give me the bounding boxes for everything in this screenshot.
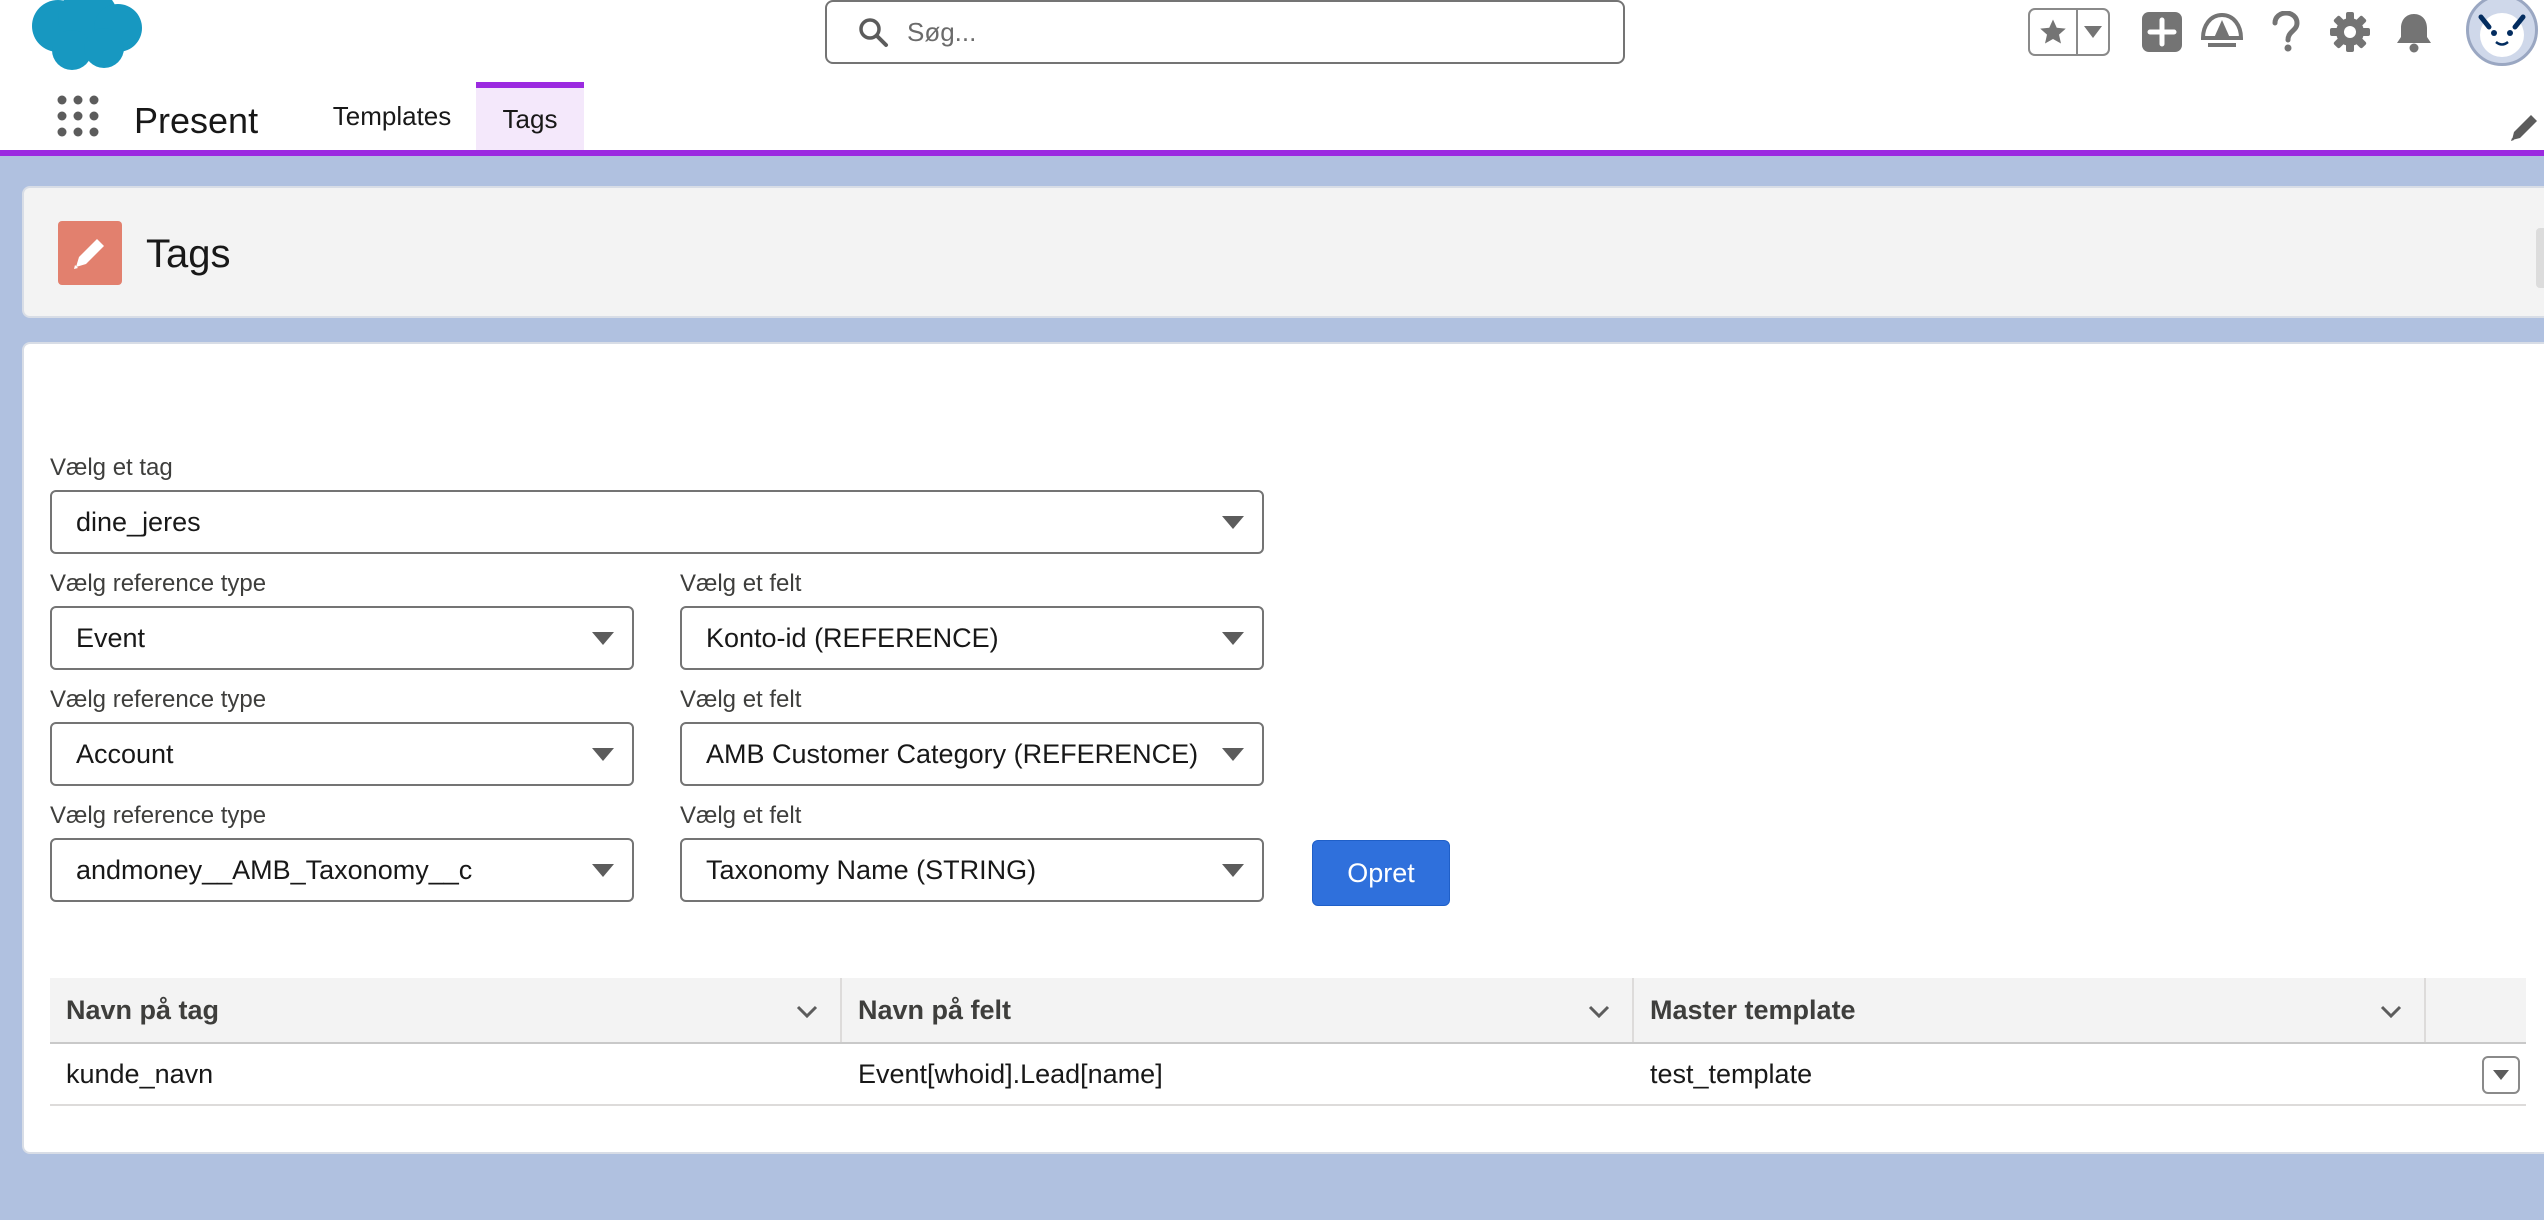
add-icon bbox=[2142, 12, 2182, 52]
chevron-down-icon bbox=[1222, 864, 1244, 877]
column-header-label: Master template bbox=[1650, 994, 1856, 1025]
notifications-button[interactable] bbox=[2392, 10, 2436, 54]
reference-type-value: Event bbox=[76, 622, 146, 653]
app-navigation-bar: Present Templates Tags bbox=[0, 70, 2544, 156]
caret-down-icon bbox=[2084, 26, 2102, 38]
chevron-down-icon[interactable] bbox=[794, 998, 820, 1024]
tag-select-value: dine_jeres bbox=[76, 506, 201, 537]
tag-select[interactable]: dine_jeres bbox=[50, 490, 1264, 554]
field-select[interactable]: Konto-id (REFERENCE) bbox=[680, 606, 1264, 670]
tab-tags[interactable]: Tags bbox=[476, 82, 584, 150]
reference-type-select[interactable]: Account bbox=[50, 722, 634, 786]
search-icon bbox=[859, 18, 888, 47]
column-header-actions bbox=[2426, 978, 2526, 1042]
chevron-down-icon bbox=[592, 864, 614, 877]
cell-field-name: Event[whoid].Lead[name] bbox=[858, 1058, 1163, 1089]
chevron-down-icon bbox=[1222, 516, 1244, 529]
page-header: Tags bbox=[22, 186, 2544, 318]
reference-type-value: Account bbox=[76, 738, 174, 769]
star-icon bbox=[2040, 19, 2066, 44]
favorites-button-group bbox=[2028, 8, 2110, 56]
trailhead-icon bbox=[2200, 12, 2244, 47]
cell-tag-name: kunde_navn bbox=[66, 1058, 214, 1089]
chevron-down-icon bbox=[592, 748, 614, 761]
column-header-field-name[interactable]: Navn på felt bbox=[842, 978, 1634, 1042]
chevron-down-icon bbox=[1222, 632, 1244, 645]
utility-scroll-handle[interactable] bbox=[2536, 228, 2544, 288]
reference-type-select[interactable]: andmoney__AMB_Taxonomy__c bbox=[50, 838, 634, 902]
pencil-icon bbox=[74, 239, 104, 269]
global-search[interactable] bbox=[825, 0, 1625, 64]
tag-select-label: Vælg et tag bbox=[50, 454, 173, 481]
column-header-master-template[interactable]: Master template bbox=[1634, 978, 2426, 1042]
create-button[interactable]: Opret bbox=[1312, 840, 1450, 906]
chevron-down-icon bbox=[1222, 748, 1244, 761]
field-select-label: Vælg et felt bbox=[680, 686, 802, 713]
field-select-label: Vælg et felt bbox=[680, 570, 802, 597]
table-header: Navn på tag Navn på felt Master template bbox=[50, 978, 2526, 1044]
user-avatar[interactable] bbox=[2466, 0, 2538, 66]
app-launcher-icon[interactable] bbox=[56, 94, 100, 138]
reference-type-value: andmoney__AMB_Taxonomy__c bbox=[76, 854, 473, 885]
salesforce-logo-icon[interactable] bbox=[28, 0, 146, 72]
field-select-value: Taxonomy Name (STRING) bbox=[706, 854, 1037, 885]
bell-icon bbox=[2397, 14, 2431, 53]
global-actions-button[interactable] bbox=[2140, 10, 2184, 54]
chevron-down-icon[interactable] bbox=[2378, 998, 2404, 1024]
trailhead-button[interactable] bbox=[2200, 10, 2244, 54]
page-header-icon-container bbox=[58, 221, 122, 285]
field-select-label: Vælg et felt bbox=[680, 802, 802, 829]
help-button[interactable] bbox=[2264, 10, 2308, 54]
reference-type-label: Vælg reference type bbox=[50, 802, 267, 829]
favorites-menu-button[interactable] bbox=[2078, 10, 2108, 54]
reference-type-label: Vælg reference type bbox=[50, 686, 267, 713]
favorites-button[interactable] bbox=[2030, 10, 2078, 54]
gear-icon bbox=[2330, 12, 2370, 52]
column-header-tag-name[interactable]: Navn på tag bbox=[50, 978, 842, 1042]
tab-templates[interactable]: Templates bbox=[310, 82, 474, 150]
caret-down-icon bbox=[2493, 1070, 2509, 1080]
row-actions-button[interactable] bbox=[2482, 1056, 2520, 1094]
app-name: Present bbox=[134, 100, 259, 141]
setup-button[interactable] bbox=[2328, 10, 2372, 54]
reference-type-label: Vælg reference type bbox=[50, 570, 267, 597]
tag-form-card: Vælg et tag dine_jeres Vælg reference ty… bbox=[22, 342, 2544, 1154]
table-row: kunde_navn Event[whoid].Lead[name] test_… bbox=[50, 1044, 2526, 1106]
help-icon bbox=[2272, 11, 2300, 52]
reference-type-select[interactable]: Event bbox=[50, 606, 634, 670]
edit-nav-pencil-icon[interactable] bbox=[2508, 110, 2542, 144]
field-select[interactable]: Taxonomy Name (STRING) bbox=[680, 838, 1264, 902]
cell-master-template: test_template bbox=[1650, 1058, 1813, 1089]
column-header-label: Navn på tag bbox=[66, 994, 220, 1025]
field-select-value: AMB Customer Category (REFERENCE) bbox=[706, 738, 1199, 769]
search-input[interactable] bbox=[907, 16, 1587, 48]
field-select[interactable]: AMB Customer Category (REFERENCE) bbox=[680, 722, 1264, 786]
chevron-down-icon bbox=[592, 632, 614, 645]
field-select-value: Konto-id (REFERENCE) bbox=[706, 622, 999, 653]
astro-avatar-icon bbox=[2478, 13, 2526, 57]
global-header bbox=[0, 0, 2544, 70]
page-title: Tags bbox=[146, 232, 231, 276]
chevron-down-icon[interactable] bbox=[1586, 998, 1612, 1024]
column-header-label: Navn på felt bbox=[858, 994, 1012, 1025]
